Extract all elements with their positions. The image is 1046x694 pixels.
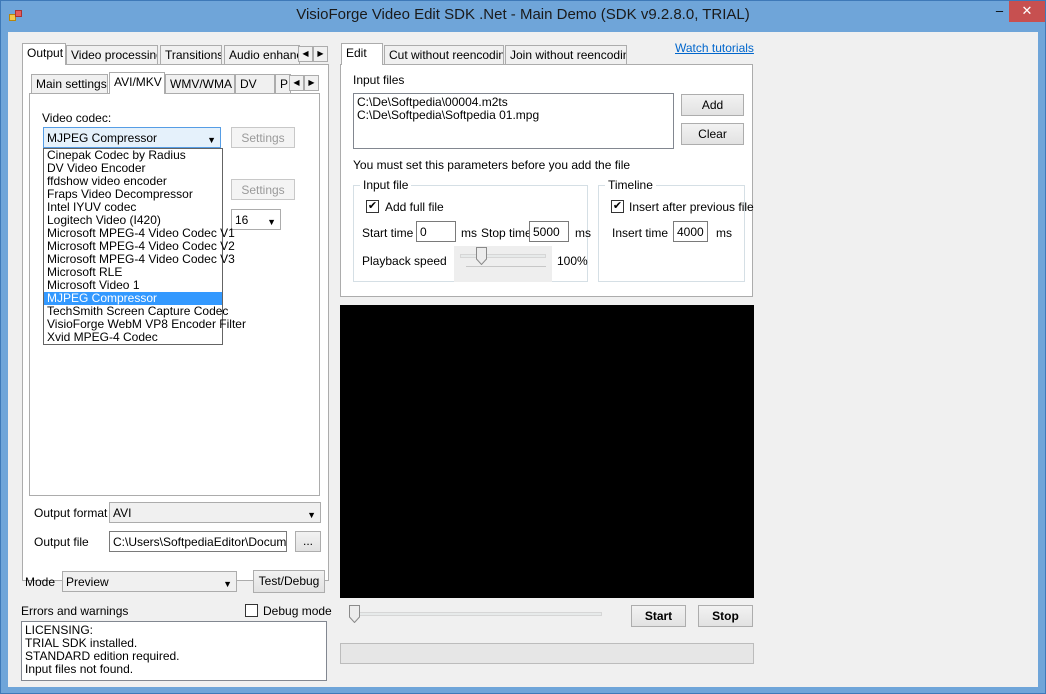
playback-speed-slider[interactable] <box>454 246 552 282</box>
subtab-avi-mkv[interactable]: AVI/MKV <box>109 72 165 94</box>
tab-video-processing[interactable]: Video processing <box>66 45 158 65</box>
insert-after-checkbox[interactable]: ✔ <box>611 200 624 213</box>
input-files-label: Input files <box>353 73 405 87</box>
video-codec-value: MJPEG Compressor <box>47 131 158 145</box>
browse-button[interactable]: ... <box>295 531 321 552</box>
output-format-label: Output format <box>34 506 108 520</box>
chevron-down-icon: ▼ <box>307 510 316 520</box>
clear-button[interactable]: Clear <box>681 123 744 145</box>
input-file-item[interactable]: C:\De\Softpedia\Softpedia 01.mpg <box>357 109 670 122</box>
insert-time-ms-label: ms <box>716 226 732 240</box>
errors-label: Errors and warnings <box>21 604 129 618</box>
chevron-down-icon: ▼ <box>207 135 216 145</box>
chevron-down-icon: ▼ <box>267 217 276 227</box>
video-codec-select[interactable]: MJPEG Compressor ▼ <box>43 127 221 148</box>
seek-track <box>350 612 602 616</box>
add-full-file-label: Add full file <box>385 200 444 214</box>
video-preview[interactable] <box>340 305 754 598</box>
add-full-file-checkbox[interactable]: ✔ <box>366 200 379 213</box>
stop-time-ms-label: ms <box>575 226 591 240</box>
codec-option[interactable]: Xvid MPEG-4 Codec <box>44 331 222 344</box>
client-area: Output Video processing Transitions Audi… <box>8 32 1038 687</box>
output-format-select[interactable]: AVI ▼ <box>109 502 321 523</box>
edit-tab-panel: Input files C:\De\Softpedia\00004.m2ts C:… <box>340 64 754 297</box>
playback-speed-ticks <box>466 266 546 267</box>
debug-mode-label: Debug mode <box>263 604 332 618</box>
mode-label: Mode <box>25 575 56 589</box>
tab-scroll-left-icon[interactable]: ◀ <box>298 46 313 62</box>
window-title: VisioForge Video Edit SDK .Net - Main De… <box>296 6 750 23</box>
bits-select[interactable]: 16 ▼ <box>231 209 281 230</box>
insert-after-label: Insert after previous file <box>629 200 754 214</box>
audio-settings-button[interactable]: Settings <box>231 179 295 200</box>
output-file-input[interactable]: C:\Users\SoftpediaEditor\Document <box>109 531 287 552</box>
debug-mode-checkbox[interactable] <box>245 604 258 617</box>
stop-button[interactable]: Stop <box>698 605 753 627</box>
start-button[interactable]: Start <box>631 605 686 627</box>
progress-bar <box>340 643 754 664</box>
close-icon[interactable]: ✕ <box>1009 1 1045 22</box>
insert-time-label: Insert time <box>612 226 669 240</box>
add-button[interactable]: Add <box>681 94 744 116</box>
subtab-scroll-left-icon[interactable]: ◀ <box>289 75 304 91</box>
errors-memo[interactable]: LICENSING: TRIAL SDK installed. STANDARD e… <box>21 621 327 681</box>
video-codec-dropdown-list[interactable]: Cinepak Codec by Radius DV Video Encoder f… <box>43 148 246 345</box>
timeline-group: Timeline ✔ Insert after previous file In… <box>598 178 754 282</box>
playback-speed-thumb[interactable] <box>476 247 487 265</box>
title-bar[interactable]: VisioForge Video Edit SDK .Net - Main De… <box>1 1 1045 32</box>
avi-mkv-panel: Video codec: MJPEG Compressor ▼ Settings… <box>29 93 320 496</box>
output-tab-panel: Main settings AVI/MKV WMV/WMA DV P ◀ ▶ V… <box>22 64 329 581</box>
error-line: Input files not found. <box>25 662 134 676</box>
subtab-scroll-right-icon[interactable]: ▶ <box>304 75 319 91</box>
mode-select[interactable]: Preview ▼ <box>62 571 237 592</box>
parameters-notice: You must set this parameters before you … <box>353 158 631 172</box>
timeline-group-title: Timeline <box>605 178 656 192</box>
tab-transitions[interactable]: Transitions <box>160 45 222 65</box>
seek-thumb[interactable] <box>349 605 360 623</box>
subtab-dv[interactable]: DV <box>235 74 275 94</box>
insert-time-input[interactable]: 4000 <box>673 221 708 242</box>
bits-value: 16 <box>235 213 249 227</box>
subtab-main-settings[interactable]: Main settings <box>31 74 108 94</box>
output-file-label: Output file <box>34 535 89 549</box>
subtab-wmv-wma[interactable]: WMV/WMA <box>165 74 235 94</box>
codec-settings-button[interactable]: Settings <box>231 127 295 148</box>
app-window: VisioForge Video Edit SDK .Net - Main De… <box>0 0 1046 694</box>
start-time-ms-label: ms <box>461 226 477 240</box>
playback-speed-value: 100% <box>557 254 588 268</box>
playback-speed-label: Playback speed <box>362 254 447 268</box>
tab-scroll-right-icon[interactable]: ▶ <box>313 46 328 62</box>
stop-time-label: Stop time <box>481 226 532 240</box>
input-file-group: Input file ✔ Add full file Start time 0 … <box>353 178 591 282</box>
start-time-input[interactable]: 0 <box>416 221 456 242</box>
stop-time-input[interactable]: 5000 <box>529 221 569 242</box>
mode-value: Preview <box>66 575 109 589</box>
tab-join-without-reencoding[interactable]: Join without reencoding <box>505 45 627 65</box>
output-format-value: AVI <box>113 506 132 520</box>
test-debug-button[interactable]: Test/Debug <box>253 570 325 593</box>
tab-cut-without-reencoding[interactable]: Cut without reencoding <box>384 45 504 65</box>
tab-audio-enhance[interactable]: Audio enhance <box>224 45 300 65</box>
start-time-label: Start time <box>362 226 414 240</box>
input-files-list[interactable]: C:\De\Softpedia\00004.m2ts C:\De\Softpedi… <box>353 93 674 149</box>
video-codec-label: Video codec: <box>42 111 112 125</box>
tab-edit[interactable]: Edit <box>341 43 383 65</box>
playback-speed-track <box>460 254 546 258</box>
input-file-group-title: Input file <box>360 178 412 192</box>
watch-tutorials-link[interactable]: Watch tutorials <box>675 41 754 55</box>
seek-slider[interactable] <box>348 604 606 630</box>
chevron-down-icon: ▼ <box>223 579 232 589</box>
tab-output[interactable]: Output <box>22 43 66 65</box>
